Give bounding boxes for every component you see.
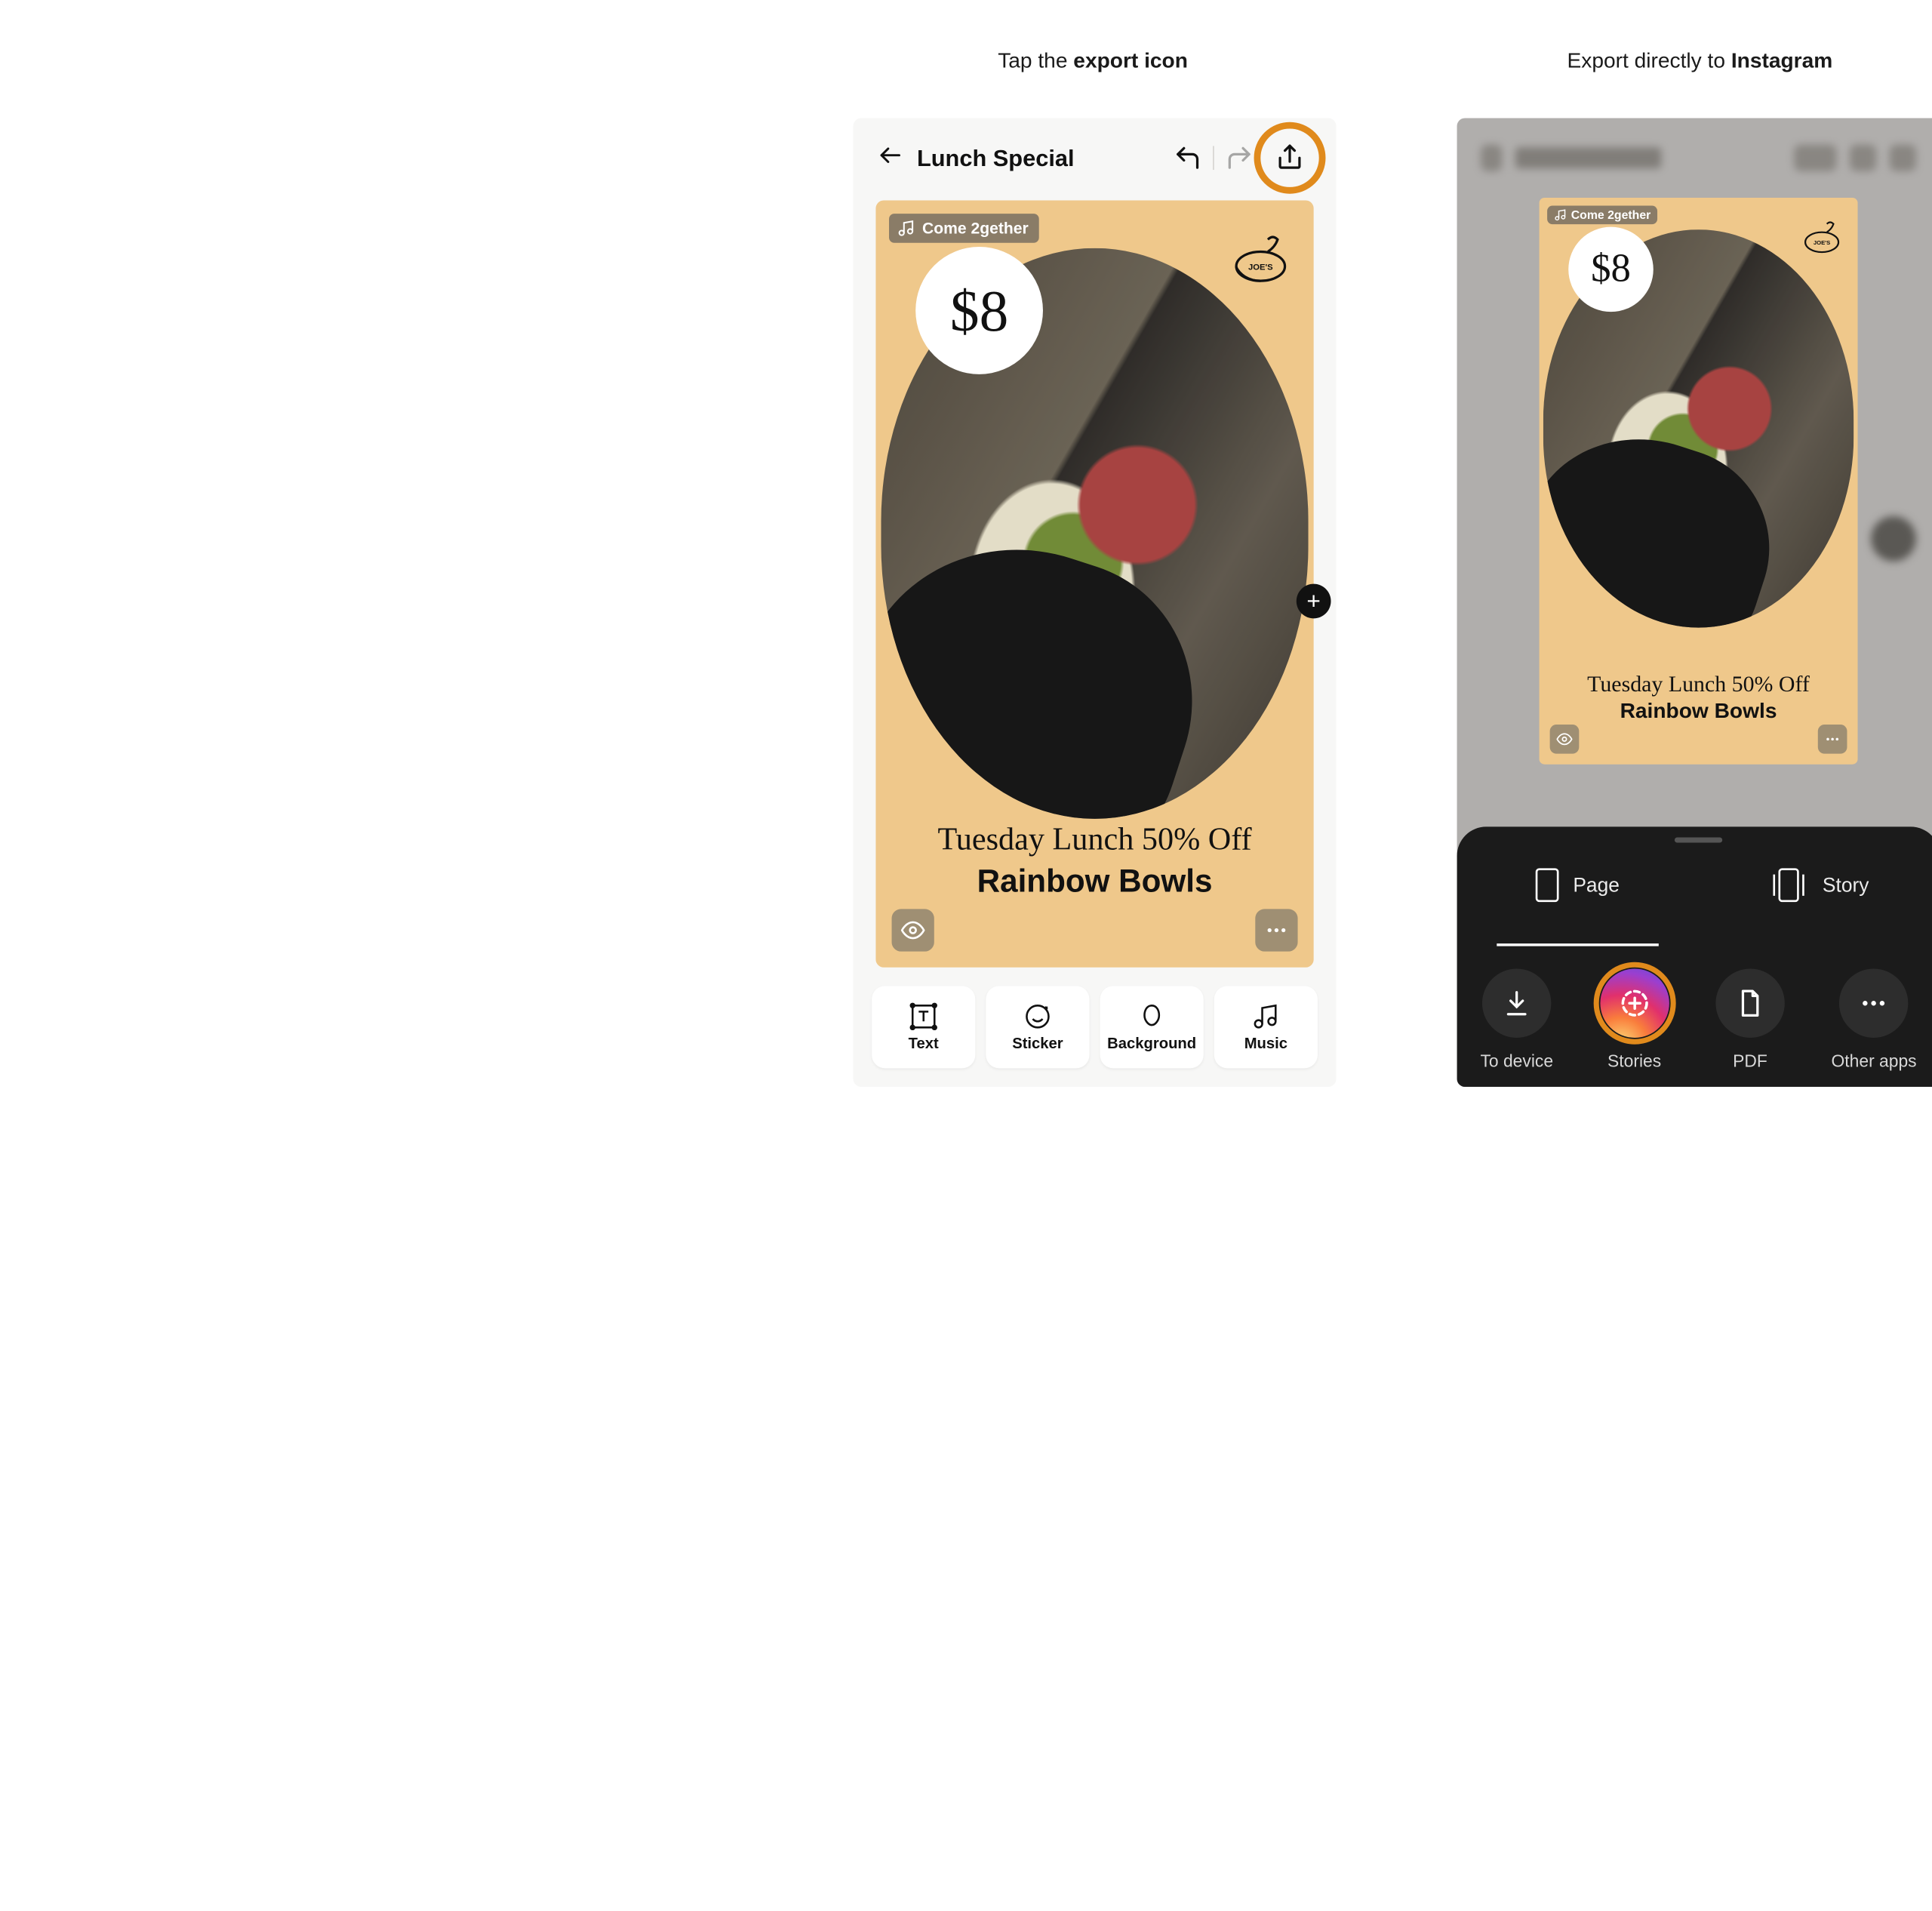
headline[interactable]: Tuesday Lunch 50% Off Rainbow Bowls bbox=[875, 823, 1313, 901]
design-canvas[interactable]: Come 2gether JOE'S $8 Tuesday Lunch 50% … bbox=[875, 200, 1313, 967]
export-button[interactable] bbox=[1267, 135, 1312, 180]
music-label: Come 2gether bbox=[922, 219, 1029, 238]
export-to-device-label: To device bbox=[1480, 1051, 1553, 1071]
panel-export-instagram: Come 2gether JOE'S $8 Tuesday Lunch 50% … bbox=[1457, 118, 1932, 1087]
tool-music-label: Music bbox=[1244, 1036, 1287, 1052]
headline-line1: Tuesday Lunch 50% Off bbox=[875, 823, 1313, 858]
caption-2-bold: Instagram bbox=[1731, 51, 1832, 73]
back-icon[interactable] bbox=[877, 141, 903, 174]
export-to-device[interactable]: To device bbox=[1480, 969, 1553, 1071]
export-pdf[interactable]: PDF bbox=[1715, 969, 1784, 1071]
tool-music[interactable]: Music bbox=[1214, 986, 1318, 1068]
tab-story-label: Story bbox=[1823, 874, 1869, 897]
export-other[interactable]: Other apps bbox=[1832, 969, 1917, 1071]
export-targets: To device Stories PDF Other apps bbox=[1457, 969, 1932, 1071]
export-tabs: Page Story bbox=[1457, 856, 1932, 914]
blurred-add-button bbox=[1871, 516, 1916, 562]
tool-row: Text Sticker Background Music bbox=[872, 986, 1318, 1068]
caption-1-bold: export icon bbox=[1073, 51, 1188, 73]
panel-editor: Lunch Special Come 2gether bbox=[854, 118, 1337, 1087]
more-icon[interactable] bbox=[1255, 909, 1297, 951]
caption-2-pre: Export directly to bbox=[1567, 51, 1730, 73]
undo-icon[interactable] bbox=[1173, 143, 1202, 173]
tab-page[interactable]: Page bbox=[1457, 856, 1699, 914]
blurred-topbar bbox=[1457, 118, 1932, 197]
divider bbox=[1213, 146, 1214, 170]
caption-1-pre: Tap the bbox=[998, 51, 1073, 73]
export-other-label: Other apps bbox=[1832, 1051, 1917, 1071]
drag-handle[interactable] bbox=[1675, 837, 1722, 842]
export-stories-label: Stories bbox=[1607, 1051, 1661, 1071]
tool-text-label: Text bbox=[909, 1036, 939, 1052]
undo-redo-group bbox=[1173, 143, 1254, 173]
price-badge: $8 bbox=[1568, 227, 1654, 312]
tool-sticker-label: Sticker bbox=[1012, 1036, 1063, 1052]
price-badge[interactable]: $8 bbox=[915, 247, 1043, 374]
headline-line2: Rainbow Bowls bbox=[875, 864, 1313, 901]
preview-icon[interactable] bbox=[892, 909, 934, 951]
export-stories[interactable]: Stories bbox=[1600, 969, 1669, 1071]
music-pill: Come 2gether bbox=[1547, 206, 1657, 225]
export-pdf-label: PDF bbox=[1733, 1051, 1767, 1071]
tool-sticker[interactable]: Sticker bbox=[986, 986, 1089, 1068]
design-thumbnail: Come 2gether JOE'S $8 Tuesday Lunch 50% … bbox=[1540, 198, 1858, 765]
caption-2: Export directly to Instagram bbox=[1567, 51, 1832, 75]
caption-1: Tap the export icon bbox=[998, 51, 1188, 75]
music-pill[interactable]: Come 2gether bbox=[889, 214, 1039, 243]
preview-icon bbox=[1550, 725, 1580, 754]
tool-background-label: Background bbox=[1107, 1036, 1196, 1052]
tab-page-label: Page bbox=[1573, 874, 1620, 897]
add-page-button[interactable]: + bbox=[1297, 584, 1331, 619]
editor-topbar: Lunch Special bbox=[854, 118, 1337, 197]
redo-icon[interactable] bbox=[1225, 143, 1254, 173]
tool-text[interactable]: Text bbox=[872, 986, 975, 1068]
highlight-ring bbox=[1593, 962, 1675, 1045]
more-icon bbox=[1818, 725, 1847, 754]
tab-underline bbox=[1497, 943, 1659, 946]
export-sheet[interactable]: Page Story To device St bbox=[1457, 826, 1932, 1087]
document-title: Lunch Special bbox=[917, 144, 1160, 172]
tab-story[interactable]: Story bbox=[1699, 856, 1932, 914]
tool-background[interactable]: Background bbox=[1100, 986, 1204, 1068]
